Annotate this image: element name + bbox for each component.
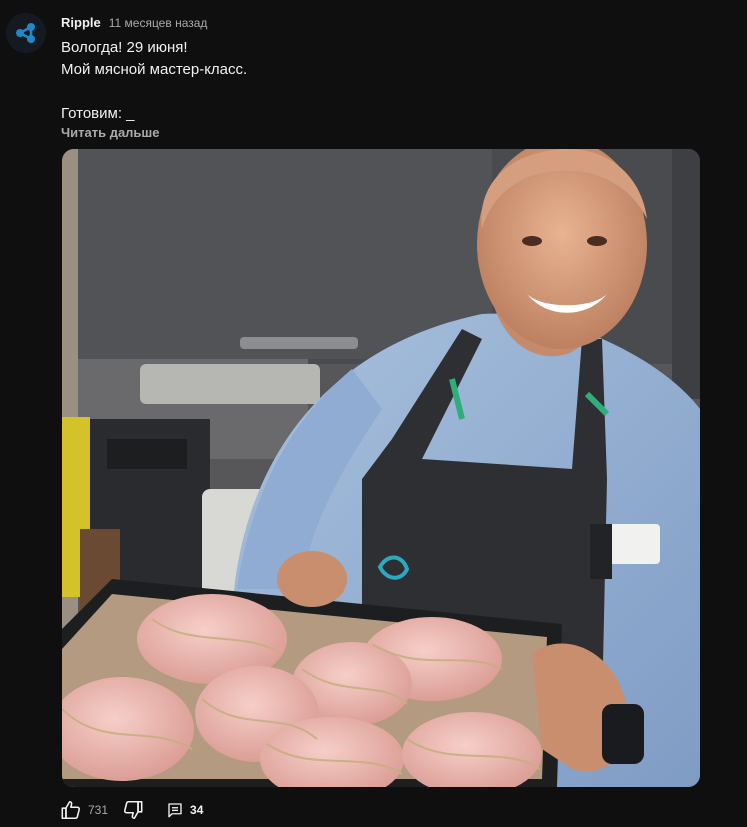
- thumbs-down-icon: [124, 800, 143, 820]
- channel-avatar[interactable]: [6, 13, 46, 53]
- dislike-button[interactable]: [122, 799, 144, 821]
- comments-button[interactable]: 34: [166, 801, 203, 819]
- post-timestamp-link[interactable]: 11 месяцев назад: [109, 16, 208, 30]
- post-actions: 731 34: [60, 798, 203, 822]
- post-header: Ripple 11 месяцев назад: [61, 15, 207, 31]
- post-photo: [62, 149, 700, 787]
- ripple-logo-icon: [6, 13, 46, 53]
- thumbs-up-icon: [61, 800, 81, 820]
- post-text-line: Мой мясной мастер-класс.: [61, 61, 248, 78]
- read-more-button[interactable]: Читать дальше: [61, 125, 160, 140]
- channel-name-link[interactable]: Ripple: [61, 15, 101, 30]
- like-count: 731: [88, 803, 109, 817]
- post-image[interactable]: [62, 149, 700, 787]
- like-button[interactable]: 731: [60, 799, 108, 821]
- post-text: Вологда! 29 июня! Мой мясной мастер-клас…: [61, 37, 701, 125]
- community-post: Ripple 11 месяцев назад Вологда! 29 июня…: [0, 0, 747, 827]
- comment-count: 34: [190, 803, 204, 817]
- post-text-line: [61, 81, 701, 103]
- post-text-line: Готовим: _: [61, 105, 135, 122]
- comment-icon: [168, 803, 182, 818]
- post-text-line: Вологда! 29 июня!: [61, 39, 188, 56]
